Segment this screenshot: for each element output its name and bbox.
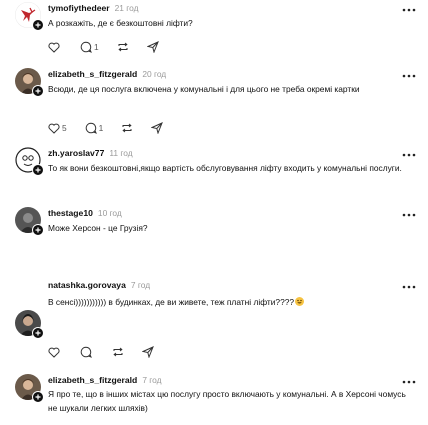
heart-icon xyxy=(48,123,60,134)
heart-icon xyxy=(48,347,60,358)
like-button[interactable] xyxy=(48,42,62,53)
username[interactable]: natashka.gorovaya xyxy=(48,280,126,290)
reply-count: 1 xyxy=(94,42,99,52)
avatar[interactable] xyxy=(15,310,44,339)
comment-actions: 1 xyxy=(48,40,177,54)
timestamp: 7 год xyxy=(130,280,151,290)
avatar[interactable] xyxy=(15,2,44,31)
username[interactable]: elizabeth_s_fitzgerald xyxy=(48,375,137,385)
reply-button[interactable] xyxy=(80,346,94,358)
username[interactable]: thestage10 xyxy=(48,208,93,218)
repost-icon xyxy=(122,123,132,133)
comment: thestage10 10 год Може Херсон - це Грузі… xyxy=(0,205,428,255)
avatar[interactable] xyxy=(15,147,44,176)
add-follow-icon[interactable] xyxy=(32,327,44,339)
repost-button[interactable] xyxy=(117,41,129,53)
comment-actions: 5 1 xyxy=(48,121,181,135)
add-follow-icon[interactable] xyxy=(32,85,44,97)
comment: tymofiythedeer 21 год А розкажіть, де є … xyxy=(0,0,428,58)
like-count: 5 xyxy=(62,123,67,133)
comment-header: natashka.gorovaya 7 год xyxy=(48,280,150,290)
repost-button[interactable] xyxy=(121,122,133,134)
more-options-icon[interactable] xyxy=(402,6,416,14)
reply-count: 1 xyxy=(98,123,104,133)
add-follow-icon[interactable] xyxy=(32,224,44,236)
more-options-icon[interactable] xyxy=(402,378,416,386)
like-button[interactable] xyxy=(48,347,62,358)
reply-button[interactable]: 1 xyxy=(85,122,104,134)
avatar[interactable] xyxy=(15,68,44,97)
comment-text: Може Херсон - це Грузія? xyxy=(48,223,148,233)
username[interactable]: elizabeth_s_fitzgerald xyxy=(48,69,137,79)
comment: elizabeth_s_fitzgerald 7 год Я про те, щ… xyxy=(0,372,428,425)
comment-header: tymofiythedeer 21 год xyxy=(48,3,138,13)
share-icon xyxy=(142,346,154,358)
add-follow-icon[interactable] xyxy=(32,164,44,176)
grinning-face-emoji-icon xyxy=(295,297,305,306)
add-follow-icon[interactable] xyxy=(32,19,44,31)
comment-text: А розкажіть, де є безкоштовні ліфти? xyxy=(48,18,193,28)
comment-text: Я про те, що в інших містах цю послугу п… xyxy=(48,389,406,413)
more-options-icon[interactable] xyxy=(402,72,416,80)
username[interactable]: tymofiythedeer xyxy=(48,3,110,13)
share-button[interactable] xyxy=(151,122,164,134)
repost-button[interactable] xyxy=(112,346,124,358)
comment-actions xyxy=(48,345,172,359)
timestamp: 10 год xyxy=(97,208,122,218)
comment-text: То як вони безкоштовні,якщо вартість обс… xyxy=(48,163,402,173)
add-follow-icon[interactable] xyxy=(32,391,44,403)
share-button[interactable] xyxy=(146,41,159,53)
repost-icon xyxy=(118,42,128,52)
more-options-icon[interactable] xyxy=(402,211,416,219)
comment-bubble-icon xyxy=(80,41,92,53)
repost-icon xyxy=(113,347,123,357)
comment-text: В сенсі))))))))))) в будинках, де ви жив… xyxy=(48,296,408,310)
heart-icon xyxy=(48,42,60,53)
comment-bubble-icon xyxy=(80,346,92,358)
avatar[interactable] xyxy=(15,374,44,403)
reply-button[interactable]: 1 xyxy=(80,41,99,53)
like-button[interactable]: 5 xyxy=(48,123,67,134)
comment: zh.yaroslav77 11 год То як вони безкошто… xyxy=(0,145,428,200)
timestamp: 20 год xyxy=(142,69,167,79)
comment-header: zh.yaroslav77 11 год xyxy=(48,148,133,158)
comment-text-body: В сенсі))))))))))) в будинках, де ви жив… xyxy=(48,297,295,307)
comment-text: Всюди, де ця послуга включена у комуналь… xyxy=(48,84,360,94)
username[interactable]: zh.yaroslav77 xyxy=(48,148,104,158)
share-button[interactable] xyxy=(142,346,154,358)
timestamp: 21 год xyxy=(114,3,139,13)
more-options-icon[interactable] xyxy=(402,151,416,159)
avatar[interactable] xyxy=(15,207,44,236)
comment: natashka.gorovaya 7 год В сенсі)))))))))… xyxy=(0,277,428,365)
comment-header: thestage10 10 год xyxy=(48,208,122,218)
comment-header: elizabeth_s_fitzgerald 20 год xyxy=(48,69,166,79)
more-options-icon[interactable] xyxy=(402,283,416,291)
timestamp: 11 год xyxy=(109,148,133,158)
comment-header: elizabeth_s_fitzgerald 7 год xyxy=(48,375,162,385)
comment: elizabeth_s_fitzgerald 20 год Всюди, де … xyxy=(0,66,428,136)
share-icon xyxy=(146,41,159,53)
comment-bubble-icon xyxy=(85,122,97,134)
timestamp: 7 год xyxy=(142,375,162,385)
share-icon xyxy=(151,122,164,134)
